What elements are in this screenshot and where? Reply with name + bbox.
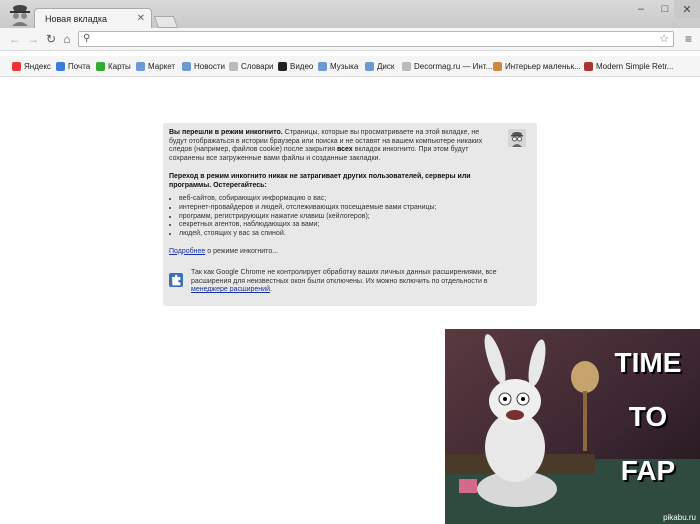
incognito-warning: Переход в режим инкогнито никак не затра… (169, 172, 471, 189)
menu-icon[interactable]: ≡ (685, 32, 692, 46)
bookmark-news[interactable]: Новости (182, 59, 225, 73)
bookmark-yandex[interactable]: Яндекс (12, 59, 51, 73)
meme-text-fap: FAP (620, 455, 676, 486)
dictionaries-icon (229, 61, 238, 71)
url-input[interactable] (95, 33, 655, 45)
bookmark-star-icon[interactable]: ☆ (659, 32, 669, 45)
omnibox[interactable]: ⚲ ☆ (78, 31, 674, 47)
close-button[interactable]: ✕ (674, 0, 700, 18)
bookmark-mail[interactable]: Почта (56, 59, 90, 73)
page-content: Вы перешли в режим инкогнито. Страницы, … (0, 77, 700, 524)
incognito-icon (10, 5, 30, 26)
list-item: людей, стоящих у вас за спиной. (179, 230, 497, 239)
incognito-notice: Вы перешли в режим инкогнито. Страницы, … (163, 123, 537, 306)
toolbar: ← → ↻ ⌂ ⚲ ☆ ≡ (0, 28, 700, 51)
warning-list: веб-сайтов, собирающих информацию о вас;… (179, 195, 497, 239)
extensions-notice: Так как Google Chrome не контролирует об… (191, 269, 497, 294)
page-icon (402, 61, 411, 71)
learn-more-line: Подробнее о режиме инкогнито... (169, 247, 279, 255)
yandex-icon (12, 61, 21, 71)
bookmark-video[interactable]: Видео (278, 59, 313, 73)
mail-icon (56, 61, 65, 71)
lamp-icon (493, 61, 502, 71)
incognito-intro: Вы перешли в режим инкогнито. Страницы, … (169, 129, 483, 163)
home-icon[interactable]: ⌂ (60, 32, 74, 46)
bookmark-dictionaries[interactable]: Словари (229, 59, 274, 73)
tab-title: Новая вкладка (45, 13, 108, 24)
search-icon: ⚲ (83, 33, 91, 44)
reload-icon[interactable]: ↻ (44, 32, 58, 46)
tab-new[interactable]: Новая вкладка ✕ (34, 8, 152, 28)
list-item: веб-сайтов, собирающих информацию о вас; (179, 195, 497, 204)
list-item: секретных агентов, наблюдающих за вами; (179, 221, 497, 230)
disk-icon (365, 61, 374, 71)
news-icon (182, 61, 191, 71)
bookmark-retro[interactable]: Modern Simple Retr... (584, 59, 673, 73)
music-icon (318, 61, 327, 71)
page-icon (584, 61, 593, 71)
meme-text-to: TO (628, 401, 668, 432)
tab-close-icon[interactable]: ✕ (137, 13, 145, 24)
incognito-spy-icon (508, 129, 526, 147)
puzzle-icon (169, 273, 183, 287)
extensions-manager-link[interactable]: менеджере расширений (191, 286, 270, 293)
bookmark-decormag[interactable]: Decormag.ru — Инт... (402, 59, 492, 73)
bookmarks-bar: Яндекс Почта Карты Маркет Новости Словар… (0, 56, 700, 77)
learn-more-link[interactable]: Подробнее (169, 248, 205, 255)
new-tab-button[interactable] (153, 16, 179, 28)
browser-window: Новая вкладка ✕ – □ ✕ ← → ↻ ⌂ ⚲ ☆ ≡ Янде… (0, 0, 700, 524)
minimize-button[interactable]: – (628, 0, 654, 18)
bookmark-market[interactable]: Маркет (136, 59, 175, 73)
list-item: интернет-провайдеров и людей, отслеживаю… (179, 204, 497, 213)
forward-icon[interactable]: → (26, 32, 40, 46)
market-icon (136, 61, 145, 71)
back-icon[interactable]: ← (8, 32, 22, 46)
video-icon (278, 61, 287, 71)
meme-text-time: TIME (614, 347, 682, 378)
bookmark-interior[interactable]: Интерьер маленьк... (493, 59, 581, 73)
bookmark-maps[interactable]: Карты (96, 59, 131, 73)
bookmark-music[interactable]: Музыка (318, 59, 358, 73)
meme-image: TIME TO FAP pikabu.ru (445, 329, 700, 524)
watermark: pikabu.ru (663, 513, 696, 522)
title-bar: Новая вкладка ✕ – □ ✕ (0, 0, 700, 29)
bookmark-disk[interactable]: Диск (365, 59, 394, 73)
maps-icon (96, 61, 105, 71)
